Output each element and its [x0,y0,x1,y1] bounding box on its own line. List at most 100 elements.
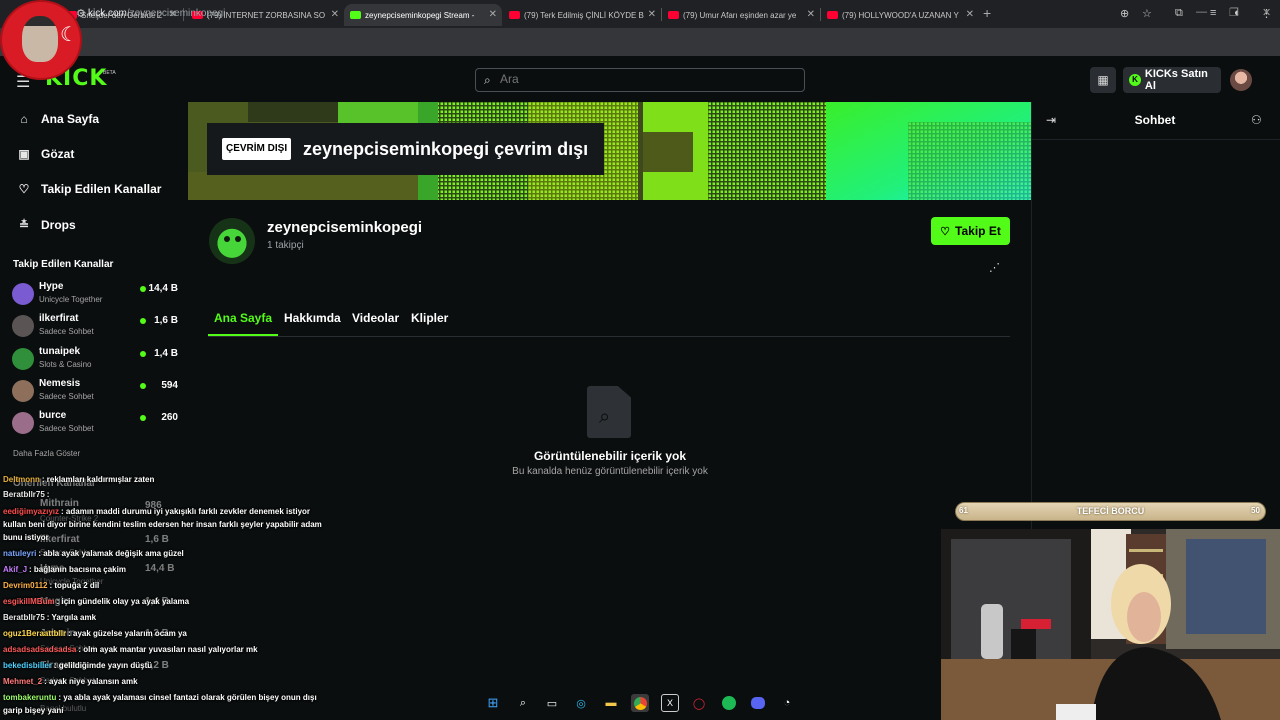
browser-tab-active[interactable]: zeynepciseminkopegi Stream - ✕ [344,4,502,26]
app-icon[interactable]: ◔ [778,694,796,712]
task-view-icon[interactable]: ▭ [543,694,561,712]
sidebar-channel-ilkerfirat[interactable]: ilkerfirat Sadece Sohbet 1,6 B [12,313,178,343]
chrome-icon[interactable] [631,694,649,712]
empty-state-subtitle: Bu kanalda henüz görüntülenebilir içerik… [512,466,708,477]
chat-username: Beratbllr75 [3,490,45,499]
dashboard-icon[interactable]: ▦ [1090,67,1116,93]
youtube-icon [827,11,838,19]
sidebar-item-browse[interactable]: ▣ Gözat [16,147,74,161]
chat-text: : olm ayak mantar yuvasıları nasıl yalıy… [78,645,258,654]
channel-avatar[interactable] [209,218,255,264]
bookmark-star-icon[interactable]: ☆ [1142,7,1152,20]
buy-kicks-button[interactable]: K KICKs Satın Al [1123,67,1221,93]
more-menu-icon[interactable]: ⋮ [1261,7,1272,20]
discord-icon[interactable] [749,694,767,712]
browser-tab[interactable]: (79) HOLLYWOOD'A UZANAN Y ✕ [821,4,979,26]
offline-title: zeynepciseminkopegi çevrim dışı [303,139,589,159]
chat-message: Beratbllr75: [3,490,49,499]
sidebar-channel-tunaipek[interactable]: tunaipek Slots & Casino 1,4 B [12,346,178,376]
chat-username: tombakeruntu [3,693,57,702]
url-field[interactable]: kick.com/zeynepciseminkopegi [88,8,225,19]
live-dot-icon [140,318,146,324]
chat-title: Sohbet [1134,113,1176,127]
site-info-icon[interactable]: ⚙ [76,7,86,20]
chat-text: : gelildiğimde yayın düştü [53,661,153,670]
sidebar-item-home[interactable]: ⌂ Ana Sayfa [16,112,99,126]
windows-start-icon[interactable]: ⊞ [484,694,502,712]
chat-text: : topuğa 2 dil [49,581,100,590]
chat-text: kullan beni diyor birine kendini teslim … [3,520,322,529]
channel-avatar [12,315,34,337]
tabs-divider [208,336,1010,337]
chat-message: natuleyri: abla ayak yalamak değişik ama… [3,549,184,558]
close-icon[interactable]: ✕ [489,9,497,20]
viewer-count: 1,4 B [154,348,178,359]
heart-icon: ♡ [18,182,30,196]
sidebar-item-drops[interactable]: ≛ Drops [16,218,76,232]
spotify-icon[interactable] [720,694,738,712]
crescent-icon: ☾ [60,24,78,46]
tab-about[interactable]: Hakkımda [284,311,341,325]
tab-home[interactable]: Ana Sayfa [214,311,272,325]
close-icon[interactable]: ✕ [807,9,815,20]
chat-text: : reklamları kaldırmışlar zaten [41,475,155,484]
chat-username: Mehmet_2 [3,677,43,686]
debt-right-value: 50 [1251,506,1260,515]
chat-message: Akif_J: bağlanın bacısına çakim [3,565,126,574]
user-avatar[interactable] [1230,69,1252,91]
chat-username: Akif_J [3,565,28,574]
follower-count: 1 takipçi [267,240,304,251]
new-tab-icon[interactable]: + [983,5,991,21]
opera-icon[interactable]: ◯ [690,694,708,712]
chat-message: Beratbllr75: Yargıla amk [3,613,96,622]
viewer-count: 1,6 B [154,315,178,326]
search-icon[interactable]: ⌕ [514,694,532,712]
reading-list-icon[interactable]: ≡ [1210,7,1216,19]
minimize-icon[interactable]: — [1196,6,1207,18]
file-explorer-icon[interactable]: ▬ [602,694,620,712]
chat-text: : için gündelik olay ya ayak yalama [56,597,190,606]
chat-text: bunu istiyor [3,533,49,542]
live-dot-icon [140,415,146,421]
sidebar-item-following[interactable]: ♡ Takip Edilen Kanallar [16,182,162,196]
live-dot-icon [140,286,146,292]
show-more-link[interactable]: Daha Fazla Göster [13,449,80,458]
tab-clips[interactable]: Klipler [411,311,448,325]
channel-avatar [12,348,34,370]
channel-category: Unicycle Together [39,295,103,304]
collapse-chat-icon[interactable]: ⇥ [1046,113,1056,127]
share-icon[interactable]: ⋰ [989,261,1000,274]
close-icon[interactable]: ✕ [648,9,656,20]
users-icon[interactable]: ⚇ [1251,113,1262,127]
follow-button[interactable]: ♡ Takip Et [931,217,1010,245]
close-icon[interactable]: ✕ [966,9,974,20]
close-icon[interactable]: ✕ [331,9,339,20]
sidebar-channel-nemesis[interactable]: Nemesis Sadece Sohbet 594 [12,378,178,408]
chat-username: natuleyri [3,549,37,558]
kick-coin-icon: K [1129,74,1141,86]
search-input[interactable] [500,72,790,86]
browser-tab[interactable]: (79) Umur Afarı eşinden azar ye ✕ [662,4,820,26]
sidebar-channel-burce[interactable]: burce Sadece Sohbet 260 [12,410,178,440]
chat-message: garip bişey yani [3,706,63,715]
sidebar-channel-hype[interactable]: Hype Unicycle Together 14,4 B [12,281,178,311]
debt-label: TEFECİ BORCU [1076,506,1145,516]
stream-chat-overlay: Deltmonn: reklamları kaldırmışlar zaten B… [0,472,340,720]
stream-logo-overlay: ☾ [0,0,82,80]
x-app-icon[interactable]: X [661,694,679,712]
edge-icon[interactable]: ◎ [572,694,590,712]
tab-videos[interactable]: Videolar [352,311,399,325]
profile-icon[interactable]: ◐ [1234,7,1241,19]
extensions-icon[interactable]: ⧉ [1175,7,1183,20]
live-dot-icon [140,351,146,357]
chat-username: Devrim0112 [3,581,48,590]
chat-text: : [46,490,50,499]
followed-channels-heading: Takip Edilen Kanallar [13,259,114,270]
beta-badge: BETA [103,70,116,76]
channel-name: burce [39,410,67,421]
zoom-icon[interactable]: ⊕ [1120,7,1129,20]
viewer-count: 14,4 B [148,283,178,294]
browser-tab[interactable]: (79) Terk Edilmiş ÇİNLİ KÖYDE B ✕ [503,4,661,26]
chat-header-divider [1032,139,1280,140]
drops-icon: ≛ [18,218,30,232]
